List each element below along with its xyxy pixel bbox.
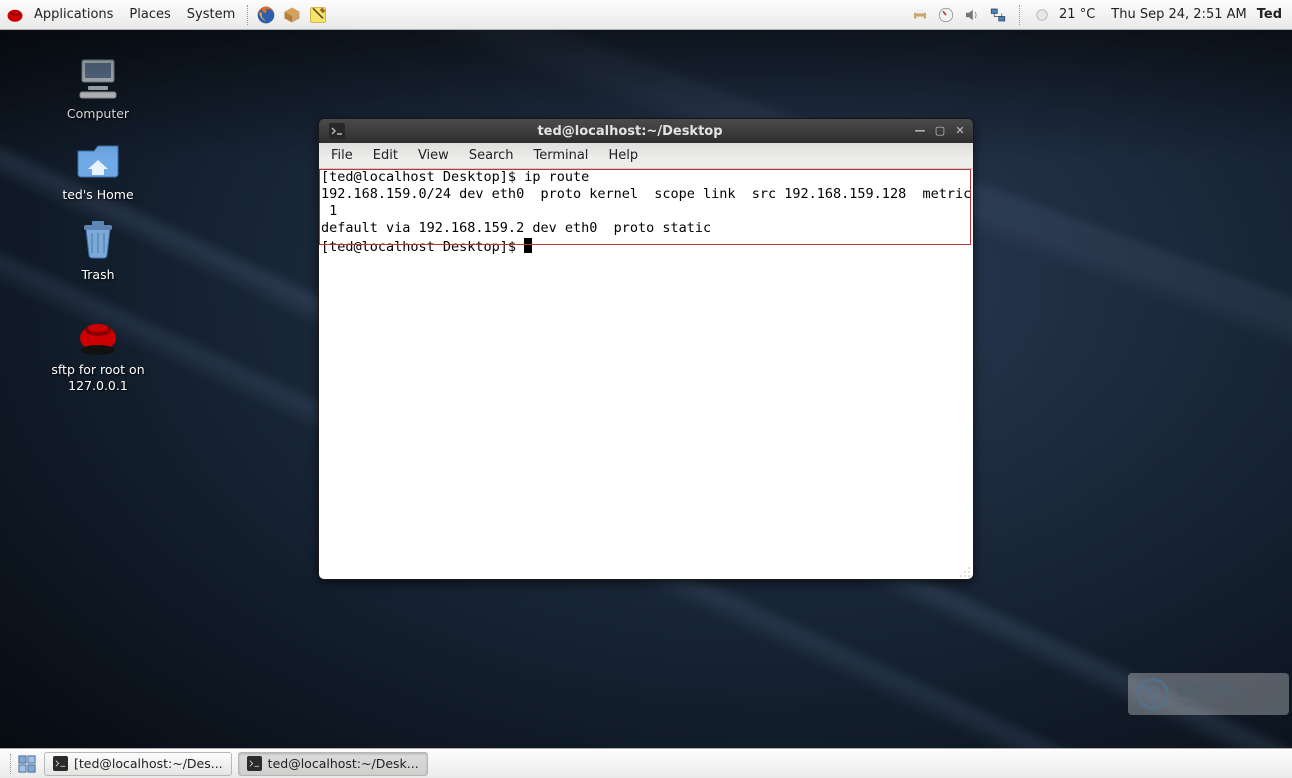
desktop-icon-label: sftp for root on 127.0.0.1	[28, 362, 168, 393]
taskbar-item-label: ted@localhost:~/Desk...	[268, 756, 419, 771]
watermark: 创新互联 CHUANG XIN HU LIAN	[1128, 673, 1289, 715]
panel-separator	[10, 754, 12, 774]
desktop-icon-label: Trash	[28, 267, 168, 283]
trash-icon	[74, 215, 122, 263]
computer-desktop-icon[interactable]: Computer	[28, 54, 168, 122]
terminal-line: 1	[321, 203, 337, 219]
panel-separator	[247, 5, 249, 25]
desktop-icon-label: ted's Home	[28, 187, 168, 203]
terminal-cursor	[524, 238, 532, 253]
window-title: ted@localhost:~/Desktop	[351, 124, 909, 139]
terminal-output[interactable]: [ted@localhost Desktop]$ ip route 192.16…	[319, 169, 973, 579]
terminal-app-icon	[329, 123, 345, 139]
taskbar-item[interactable]: ted@localhost:~/Desk...	[238, 752, 428, 776]
notes-launcher[interactable]	[307, 4, 329, 26]
firefox-launcher[interactable]	[255, 4, 277, 26]
show-desktop-icon	[18, 755, 36, 773]
maximize-button[interactable]: ▢	[931, 123, 949, 139]
redhat-icon	[6, 6, 24, 24]
sticky-note-icon	[308, 5, 328, 25]
terminal-window: ted@localhost:~/Desktop — ▢ ✕ File Edit …	[318, 118, 974, 580]
sftp-desktop-icon[interactable]: sftp for root on 127.0.0.1	[28, 310, 168, 393]
watermark-subtext: CHUANG XIN HU LIAN	[1176, 700, 1281, 709]
weather-icon[interactable]	[1033, 6, 1051, 24]
resize-grip-icon[interactable]	[958, 564, 972, 578]
package-icon	[282, 5, 302, 25]
printer-icon[interactable]	[911, 6, 929, 24]
watermark-logo-icon	[1136, 677, 1170, 711]
redhat-server-icon	[74, 310, 122, 358]
terminal-prompt: [ted@localhost Desktop]$	[321, 239, 524, 255]
desktop-icon-label: Computer	[28, 106, 168, 122]
terminal-app-icon	[53, 756, 68, 771]
terminal-line: 192.168.159.0/24 dev eth0 proto kernel s…	[321, 186, 971, 202]
edit-menu[interactable]: Edit	[363, 146, 408, 165]
watermark-brand: 创新互联	[1176, 680, 1281, 700]
taskbar-item[interactable]: [ted@localhost:~/Des...	[44, 752, 232, 776]
desktop[interactable]: Computer ted's Home Trash	[0, 30, 1292, 748]
datetime-text[interactable]: Thu Sep 24, 2:51 AM	[1111, 7, 1246, 22]
trash-desktop-icon[interactable]: Trash	[28, 215, 168, 283]
panel-separator	[1019, 5, 1021, 25]
firefox-icon	[256, 5, 276, 25]
package-updater-launcher[interactable]	[281, 4, 303, 26]
computer-icon	[74, 54, 122, 102]
cpu-meter-icon[interactable]	[937, 6, 955, 24]
system-tray: 21 °C Thu Sep 24, 2:51 AM	[911, 5, 1247, 25]
close-button[interactable]: ✕	[951, 123, 969, 139]
applications-menu[interactable]: Applications	[26, 5, 121, 24]
search-menu[interactable]: Search	[459, 146, 524, 165]
terminal-menu[interactable]: Terminal	[523, 146, 598, 165]
terminal-scrollbar[interactable]	[973, 169, 974, 579]
volume-icon[interactable]	[963, 6, 981, 24]
network-icon[interactable]	[989, 6, 1007, 24]
taskbar-item-label: [ted@localhost:~/Des...	[74, 756, 223, 771]
temperature-text: 21 °C	[1059, 7, 1095, 22]
minimize-button[interactable]: —	[911, 123, 929, 139]
view-menu[interactable]: View	[408, 146, 459, 165]
terminal-menubar: File Edit View Search Terminal Help	[319, 143, 973, 169]
show-desktop-button[interactable]	[16, 753, 38, 775]
places-menu[interactable]: Places	[121, 5, 178, 24]
terminal-app-icon	[247, 756, 262, 771]
home-folder-icon	[74, 135, 122, 183]
top-panel: Applications Places System	[0, 0, 1292, 30]
file-menu[interactable]: File	[321, 146, 363, 165]
help-menu[interactable]: Help	[598, 146, 648, 165]
user-menu[interactable]: Ted	[1257, 7, 1282, 22]
terminal-line: [ted@localhost Desktop]$ ip route	[321, 169, 589, 185]
titlebar[interactable]: ted@localhost:~/Desktop — ▢ ✕	[319, 119, 973, 143]
system-menu[interactable]: System	[179, 5, 243, 24]
bottom-panel: [ted@localhost:~/Des... ted@localhost:~/…	[0, 748, 1292, 778]
terminal-line: default via 192.168.159.2 dev eth0 proto…	[321, 220, 711, 236]
home-desktop-icon[interactable]: ted's Home	[28, 135, 168, 203]
